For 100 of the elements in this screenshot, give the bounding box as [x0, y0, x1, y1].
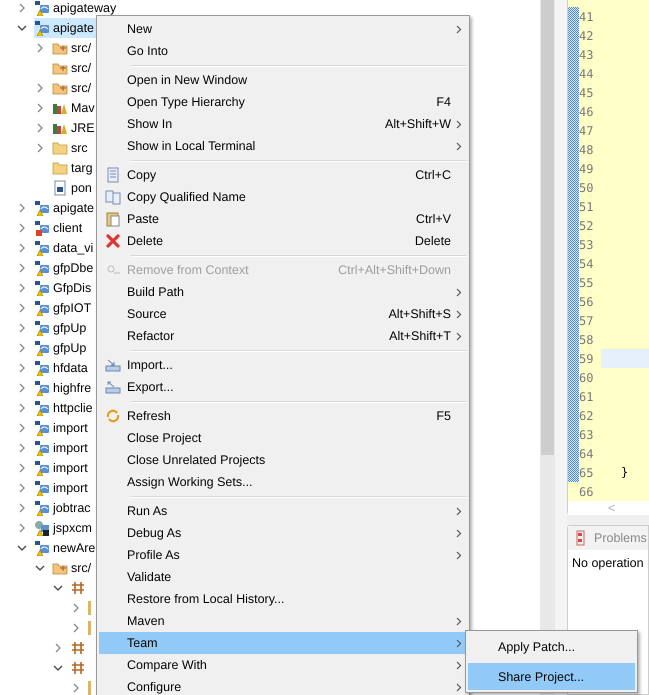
collapsed-chevron-icon[interactable] — [17, 363, 27, 373]
tree-item[interactable]: Mav — [52, 98, 99, 118]
tree-item[interactable]: httpclie — [34, 398, 97, 418]
tree-item[interactable]: GfpDis — [34, 278, 96, 298]
menu-item[interactable]: Refresh F5 — [99, 405, 467, 427]
collapsed-chevron-icon[interactable] — [71, 683, 81, 693]
collapsed-chevron-icon[interactable] — [35, 103, 45, 113]
collapsed-chevron-icon[interactable] — [17, 3, 27, 13]
menu-item[interactable]: Open Type Hierarchy F4 — [99, 91, 467, 113]
tree-item[interactable]: src/ — [52, 558, 96, 578]
expanded-chevron-icon[interactable] — [17, 23, 27, 33]
expanded-chevron-icon[interactable] — [53, 583, 63, 593]
menu-item[interactable]: New — [99, 18, 467, 40]
expanded-chevron-icon[interactable] — [35, 563, 45, 573]
collapsed-chevron-icon[interactable] — [53, 643, 63, 653]
menu-item[interactable]: Debug As — [99, 522, 467, 544]
tree-item[interactable]: highfre — [34, 378, 96, 398]
tree-item[interactable]: apigate — [34, 198, 98, 218]
tree-item[interactable]: targ — [52, 158, 97, 178]
tree-item[interactable]: apigateway — [34, 0, 120, 18]
menu-item[interactable]: Close Project — [99, 427, 467, 449]
project-warning-icon — [34, 540, 50, 556]
collapsed-chevron-icon[interactable] — [17, 463, 27, 473]
collapsed-chevron-icon[interactable] — [35, 43, 45, 53]
tree-item[interactable]: src/ — [52, 58, 96, 78]
menu-item[interactable]: Close Unrelated Projects — [99, 449, 467, 471]
tree-item[interactable]: import — [34, 438, 92, 458]
collapsed-chevron-icon[interactable] — [17, 423, 27, 433]
tree-item[interactable]: JRE — [52, 118, 99, 138]
tree-item[interactable]: jobtrac — [34, 498, 95, 518]
menu-item[interactable]: Compare With — [99, 654, 467, 676]
collapsed-chevron-icon[interactable] — [71, 623, 81, 633]
menu-item[interactable]: Go Into — [99, 40, 467, 62]
menu-item[interactable]: Delete Delete — [99, 230, 467, 252]
collapsed-chevron-icon[interactable] — [17, 323, 27, 333]
menu-item[interactable]: Copy Qualified Name — [99, 186, 467, 208]
tree-item[interactable]: gfpIOT — [34, 298, 96, 318]
collapsed-chevron-icon[interactable] — [17, 503, 27, 513]
copy-icon — [105, 167, 121, 183]
menu-item[interactable]: Maven — [99, 610, 467, 632]
collapsed-chevron-icon[interactable] — [35, 123, 45, 133]
export-icon — [105, 379, 121, 395]
menu-item[interactable]: Show in Local Terminal — [99, 135, 467, 157]
menu-item[interactable]: Paste Ctrl+V — [99, 208, 467, 230]
tree-item[interactable]: newAre — [34, 538, 100, 558]
line-number: 42 — [579, 28, 594, 42]
tree-item[interactable]: jspxcm — [34, 518, 96, 538]
menu-item[interactable]: Assign Working Sets... — [99, 471, 467, 493]
tree-item[interactable]: src/ — [52, 78, 96, 98]
tree-item[interactable]: apigate — [34, 18, 98, 38]
menu-item[interactable]: Apply Patch... — [468, 633, 635, 660]
collapsed-chevron-icon[interactable] — [17, 243, 27, 253]
collapsed-chevron-icon[interactable] — [35, 143, 45, 153]
project-warning-icon — [34, 320, 50, 336]
menu-item[interactable]: Copy Ctrl+C — [99, 164, 467, 186]
expanded-chevron-icon[interactable] — [17, 543, 27, 553]
collapsed-chevron-icon[interactable] — [17, 283, 27, 293]
tree-item[interactable]: src/ — [52, 38, 96, 58]
expanded-chevron-icon[interactable] — [53, 663, 63, 673]
collapsed-chevron-icon[interactable] — [17, 203, 27, 213]
collapsed-chevron-icon[interactable] — [17, 523, 27, 533]
menu-item[interactable]: Open in New Window — [99, 69, 467, 91]
tree-item[interactable]: src — [52, 138, 92, 158]
tree-item[interactable]: hfdata — [34, 358, 92, 378]
menu-item[interactable]: Refactor Alt+Shift+T — [99, 325, 467, 347]
menu-item[interactable]: Team — [99, 632, 467, 654]
tree-item[interactable]: data_vi — [34, 238, 98, 258]
menu-item[interactable]: Configure — [99, 676, 467, 695]
menu-item[interactable]: Restore from Local History... — [99, 588, 467, 610]
tree-item[interactable]: pon — [52, 178, 96, 198]
menu-item[interactable]: Export... — [99, 376, 467, 398]
tree-item[interactable]: gfpUp — [34, 338, 90, 358]
collapsed-chevron-icon[interactable] — [17, 403, 27, 413]
menu-item[interactable]: Run As — [99, 500, 467, 522]
collapsed-chevron-icon[interactable] — [71, 603, 81, 613]
menu-item[interactable]: Validate — [99, 566, 467, 588]
tree-item[interactable]: client — [34, 218, 86, 238]
collapsed-chevron-icon[interactable] — [17, 223, 27, 233]
menu-item[interactable]: Share Project... — [468, 663, 635, 690]
line-number: 57 — [579, 314, 594, 328]
tree-item[interactable]: gfpUp — [34, 318, 90, 338]
collapsed-chevron-icon[interactable] — [17, 343, 27, 353]
collapsed-chevron-icon[interactable] — [17, 483, 27, 493]
menu-item[interactable]: Profile As — [99, 544, 467, 566]
line-number: 54 — [579, 256, 594, 270]
collapsed-chevron-icon[interactable] — [17, 263, 27, 273]
tree-item[interactable]: gfpDbe — [34, 258, 98, 278]
tree-item[interactable]: import — [34, 478, 92, 498]
collapsed-chevron-icon[interactable] — [17, 443, 27, 453]
collapsed-chevron-icon[interactable] — [17, 303, 27, 313]
menu-item[interactable]: Source Alt+Shift+S — [99, 303, 467, 325]
scrollbar-thumb[interactable] — [541, 0, 554, 455]
tree-item[interactable]: import — [34, 458, 92, 478]
menu-item[interactable]: Show In Alt+Shift+W — [99, 113, 467, 135]
tree-item[interactable]: import — [34, 418, 92, 438]
menu-item[interactable]: Build Path — [99, 281, 467, 303]
collapsed-chevron-icon[interactable] — [35, 83, 45, 93]
project-warning-icon — [34, 360, 50, 376]
collapsed-chevron-icon[interactable] — [17, 383, 27, 393]
menu-item[interactable]: Import... — [99, 354, 467, 376]
